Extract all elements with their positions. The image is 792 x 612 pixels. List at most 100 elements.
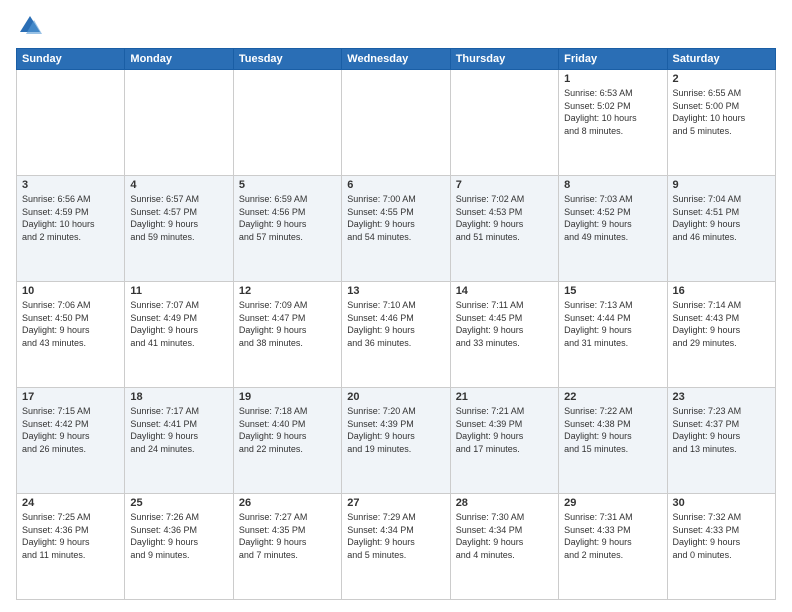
calendar-cell: 13 Sunrise: 7:10 AM Sunset: 4:46 PM Dayli… [342,282,450,388]
calendar-cell: 3 Sunrise: 6:56 AM Sunset: 4:59 PM Daylig… [17,176,125,282]
day-info: Sunrise: 7:09 AM Sunset: 4:47 PM Dayligh… [239,300,308,348]
day-info: Sunrise: 6:56 AM Sunset: 4:59 PM Dayligh… [22,194,95,242]
calendar-cell: 2 Sunrise: 6:55 AM Sunset: 5:00 PM Daylig… [667,70,775,176]
calendar-cell: 26 Sunrise: 7:27 AM Sunset: 4:35 PM Dayli… [233,494,341,600]
day-info: Sunrise: 7:29 AM Sunset: 4:34 PM Dayligh… [347,512,416,560]
day-info: Sunrise: 7:02 AM Sunset: 4:53 PM Dayligh… [456,194,525,242]
day-number: 12 [239,285,336,297]
day-number: 4 [130,179,227,191]
calendar-cell [17,70,125,176]
calendar-week-row: 3 Sunrise: 6:56 AM Sunset: 4:59 PM Daylig… [17,176,776,282]
day-info: Sunrise: 6:57 AM Sunset: 4:57 PM Dayligh… [130,194,199,242]
day-info: Sunrise: 6:55 AM Sunset: 5:00 PM Dayligh… [673,88,746,136]
day-number: 23 [673,391,770,403]
day-number: 1 [564,73,661,85]
calendar-cell [342,70,450,176]
calendar-cell: 20 Sunrise: 7:20 AM Sunset: 4:39 PM Dayli… [342,388,450,494]
calendar-header-row: SundayMondayTuesdayWednesdayThursdayFrid… [17,49,776,70]
calendar-week-row: 1 Sunrise: 6:53 AM Sunset: 5:02 PM Daylig… [17,70,776,176]
day-number: 2 [673,73,770,85]
day-number: 18 [130,391,227,403]
day-info: Sunrise: 7:26 AM Sunset: 4:36 PM Dayligh… [130,512,199,560]
day-info: Sunrise: 7:20 AM Sunset: 4:39 PM Dayligh… [347,406,416,454]
day-number: 7 [456,179,553,191]
calendar-cell [125,70,233,176]
calendar-cell: 19Sunrise: 7:18 AM Sunset: 4:40 PM Dayli… [233,388,341,494]
day-info: Sunrise: 7:14 AM Sunset: 4:43 PM Dayligh… [673,300,742,348]
day-number: 3 [22,179,119,191]
day-info: Sunrise: 6:59 AM Sunset: 4:56 PM Dayligh… [239,194,308,242]
calendar-cell: 15Sunrise: 7:13 AM Sunset: 4:44 PM Dayli… [559,282,667,388]
day-number: 26 [239,497,336,509]
col-header-friday: Friday [559,49,667,70]
day-info: Sunrise: 7:27 AM Sunset: 4:35 PM Dayligh… [239,512,308,560]
day-info: Sunrise: 7:32 AM Sunset: 4:33 PM Dayligh… [673,512,742,560]
calendar-cell: 29 Sunrise: 7:31 AM Sunset: 4:33 PM Dayli… [559,494,667,600]
calendar-cell: 21 Sunrise: 7:21 AM Sunset: 4:39 PM Dayli… [450,388,558,494]
calendar-cell: 25Sunrise: 7:26 AM Sunset: 4:36 PM Dayli… [125,494,233,600]
header [16,12,776,40]
calendar-cell: 8 Sunrise: 7:03 AM Sunset: 4:52 PM Daylig… [559,176,667,282]
calendar-cell: 10 Sunrise: 7:06 AM Sunset: 4:50 PM Dayli… [17,282,125,388]
page: SundayMondayTuesdayWednesdayThursdayFrid… [0,0,792,612]
col-header-sunday: Sunday [17,49,125,70]
logo [16,12,48,40]
day-number: 8 [564,179,661,191]
calendar-week-row: 10 Sunrise: 7:06 AM Sunset: 4:50 PM Dayli… [17,282,776,388]
day-info: Sunrise: 7:00 AM Sunset: 4:55 PM Dayligh… [347,194,416,242]
day-info: Sunrise: 7:30 AM Sunset: 4:34 PM Dayligh… [456,512,525,560]
day-info: Sunrise: 7:22 AM Sunset: 4:38 PM Dayligh… [564,406,633,454]
calendar-cell: 7 Sunrise: 7:02 AM Sunset: 4:53 PM Daylig… [450,176,558,282]
calendar-cell [450,70,558,176]
day-number: 15 [564,285,661,297]
day-info: Sunrise: 7:07 AM Sunset: 4:49 PM Dayligh… [130,300,199,348]
calendar-cell: 12 Sunrise: 7:09 AM Sunset: 4:47 PM Dayli… [233,282,341,388]
day-number: 19 [239,391,336,403]
day-number: 11 [130,285,227,297]
col-header-tuesday: Tuesday [233,49,341,70]
calendar-cell: 4 Sunrise: 6:57 AM Sunset: 4:57 PM Daylig… [125,176,233,282]
day-info: Sunrise: 7:23 AM Sunset: 4:37 PM Dayligh… [673,406,742,454]
col-header-wednesday: Wednesday [342,49,450,70]
day-number: 14 [456,285,553,297]
calendar-cell: 11 Sunrise: 7:07 AM Sunset: 4:49 PM Dayli… [125,282,233,388]
day-number: 22 [564,391,661,403]
day-info: Sunrise: 7:03 AM Sunset: 4:52 PM Dayligh… [564,194,633,242]
calendar-cell: 22 Sunrise: 7:22 AM Sunset: 4:38 PM Dayli… [559,388,667,494]
day-info: Sunrise: 7:25 AM Sunset: 4:36 PM Dayligh… [22,512,91,560]
day-number: 29 [564,497,661,509]
calendar-table: SundayMondayTuesdayWednesdayThursdayFrid… [16,48,776,600]
calendar-cell: 28 Sunrise: 7:30 AM Sunset: 4:34 PM Dayli… [450,494,558,600]
day-number: 16 [673,285,770,297]
day-info: Sunrise: 6:53 AM Sunset: 5:02 PM Dayligh… [564,88,637,136]
day-number: 20 [347,391,444,403]
day-info: Sunrise: 7:06 AM Sunset: 4:50 PM Dayligh… [22,300,91,348]
day-number: 10 [22,285,119,297]
calendar-cell [233,70,341,176]
calendar-week-row: 24 Sunrise: 7:25 AM Sunset: 4:36 PM Dayli… [17,494,776,600]
day-info: Sunrise: 7:04 AM Sunset: 4:51 PM Dayligh… [673,194,742,242]
col-header-saturday: Saturday [667,49,775,70]
calendar-cell: 16 Sunrise: 7:14 AM Sunset: 4:43 PM Dayli… [667,282,775,388]
day-number: 27 [347,497,444,509]
calendar-cell: 14 Sunrise: 7:11 AM Sunset: 4:45 PM Dayli… [450,282,558,388]
day-info: Sunrise: 7:11 AM Sunset: 4:45 PM Dayligh… [456,300,524,348]
calendar-cell: 17Sunrise: 7:15 AM Sunset: 4:42 PM Dayli… [17,388,125,494]
day-number: 9 [673,179,770,191]
day-number: 21 [456,391,553,403]
logo-icon [16,12,44,40]
day-number: 30 [673,497,770,509]
col-header-monday: Monday [125,49,233,70]
day-info: Sunrise: 7:10 AM Sunset: 4:46 PM Dayligh… [347,300,416,348]
day-info: Sunrise: 7:15 AM Sunset: 4:42 PM Dayligh… [22,406,91,454]
day-number: 13 [347,285,444,297]
day-info: Sunrise: 7:17 AM Sunset: 4:41 PM Dayligh… [130,406,199,454]
day-info: Sunrise: 7:31 AM Sunset: 4:33 PM Dayligh… [564,512,633,560]
day-info: Sunrise: 7:21 AM Sunset: 4:39 PM Dayligh… [456,406,525,454]
calendar-cell: 30 Sunrise: 7:32 AM Sunset: 4:33 PM Dayli… [667,494,775,600]
day-number: 24 [22,497,119,509]
calendar-cell: 6Sunrise: 7:00 AM Sunset: 4:55 PM Daylig… [342,176,450,282]
calendar-week-row: 17Sunrise: 7:15 AM Sunset: 4:42 PM Dayli… [17,388,776,494]
calendar-cell: 1 Sunrise: 6:53 AM Sunset: 5:02 PM Daylig… [559,70,667,176]
day-number: 28 [456,497,553,509]
